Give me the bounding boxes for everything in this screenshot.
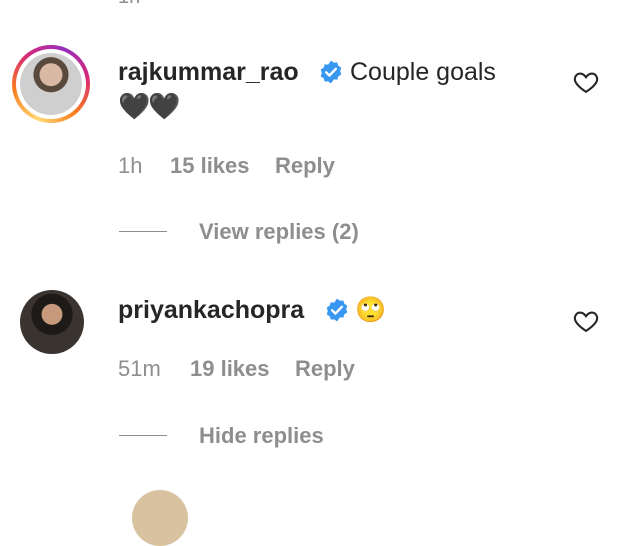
comment-likes[interactable]: 19 likes xyxy=(190,356,270,382)
like-heart-icon[interactable] xyxy=(572,307,600,335)
comment-time[interactable]: 51m xyxy=(118,356,161,382)
verified-badge-icon xyxy=(326,298,348,322)
hide-replies-button[interactable]: Hide replies xyxy=(199,423,324,449)
comment-username[interactable]: priyankachopra xyxy=(118,296,304,325)
reply-button[interactable]: Reply xyxy=(275,153,335,179)
avatar-next-reply[interactable] xyxy=(132,490,188,546)
like-heart-icon[interactable] xyxy=(572,68,600,96)
avatar-rajkummar-rao[interactable] xyxy=(12,45,90,123)
comment-text: Couple goals xyxy=(350,58,496,86)
previous-comment-time: 1h xyxy=(118,0,140,9)
comment-emoji-line: 🖤🖤 xyxy=(118,91,181,121)
avatar-photo xyxy=(20,53,82,115)
verified-badge-icon xyxy=(320,60,342,84)
comment-time[interactable]: 1h xyxy=(118,153,142,179)
avatar-priyankachopra[interactable] xyxy=(20,290,84,354)
comment-likes[interactable]: 15 likes xyxy=(170,153,250,179)
comment-text: 🙄 xyxy=(355,296,387,324)
view-replies-button[interactable]: View replies (2) xyxy=(199,219,359,245)
reply-button[interactable]: Reply xyxy=(295,356,355,382)
replies-divider xyxy=(119,231,167,232)
comment-username[interactable]: rajkummar_rao xyxy=(118,58,299,87)
replies-divider xyxy=(119,435,167,436)
